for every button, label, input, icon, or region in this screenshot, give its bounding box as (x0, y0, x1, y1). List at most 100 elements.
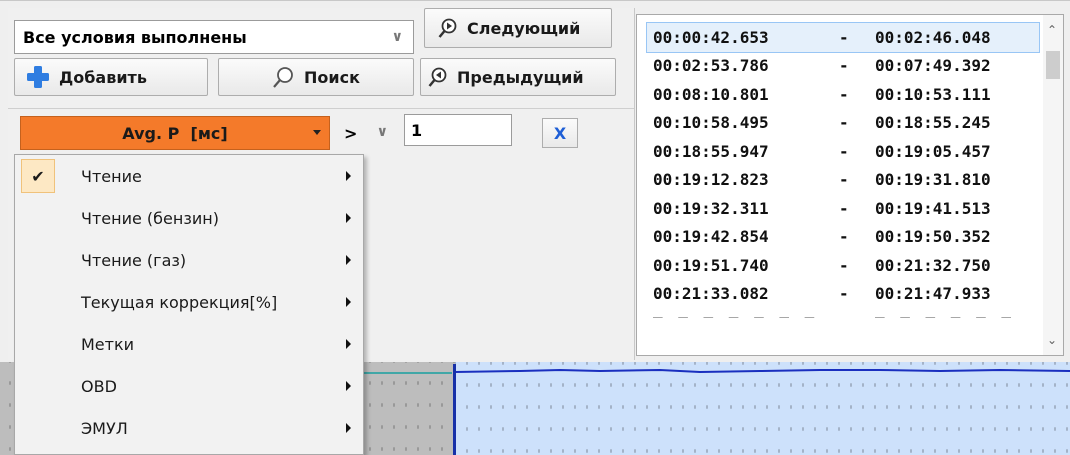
interval-separator: - (839, 255, 849, 275)
menu-item-reading-gas[interactable]: Чтение (газ) (15, 239, 363, 281)
list-item[interactable]: 00:08:10.801 - 00:10:53.111 (647, 80, 1039, 109)
search-icon (272, 65, 296, 89)
chevron-down-icon: ∨ (391, 29, 403, 45)
interval-start: 00:19:12.823 (653, 170, 769, 190)
interval-separator: - (839, 170, 849, 190)
menu-item-obd[interactable]: OBD (15, 365, 363, 407)
interval-start-partial: ‒ ‒ ‒ ‒ ‒ ‒ ‒ (653, 308, 818, 318)
search-button[interactable]: Поиск (218, 58, 414, 96)
interval-end: 00:02:46.048 (875, 27, 991, 47)
list-item[interactable]: 00:21:33.082 - 00:21:47.933 (647, 280, 1039, 309)
interval-separator: - (839, 56, 849, 76)
chart-line-signal (454, 368, 1070, 374)
remove-condition-label: X (553, 123, 567, 143)
menu-item-label: Метки (81, 334, 135, 354)
interval-start: 00:02:53.786 (653, 56, 769, 76)
operator-select[interactable]: > ∨ (332, 116, 398, 150)
interval-separator: - (839, 198, 849, 218)
list-item[interactable]: 00:19:12.823 - 00:19:31.810 (647, 166, 1039, 195)
interval-start: 00:18:55.947 (653, 141, 769, 161)
checkmark-icon: ✔ (21, 159, 55, 193)
menu-item-reading-petrol[interactable]: Чтение (бензин) (15, 197, 363, 239)
interval-start: 00:19:32.311 (653, 198, 769, 218)
interval-separator: - (839, 113, 849, 133)
interval-start: 00:21:33.082 (653, 284, 769, 304)
intervals-list-box: 00:00:42.653-00:02:46.048 00:02:53.786-0… (636, 14, 1064, 356)
add-button-label: Добавить (59, 67, 147, 87)
interval-start: 00:19:51.740 (653, 255, 769, 275)
operator-value: > (344, 123, 358, 143)
submenu-arrow-icon (346, 381, 351, 391)
list-item[interactable]: 00:19:51.740 - 00:21:32.750 (647, 251, 1039, 280)
menu-item-label: Чтение (81, 166, 142, 186)
interval-separator: - (839, 84, 849, 104)
add-button[interactable]: Добавить (14, 58, 208, 96)
interval-end: 00:10:53.111 (875, 84, 991, 104)
previous-button-label: Предыдущий (457, 67, 584, 87)
interval-end: 00:19:31.810 (875, 170, 991, 190)
menu-item-reading[interactable]: ✔ Чтение (15, 155, 363, 197)
search-next-icon (437, 17, 459, 39)
intervals-scrollbar[interactable]: ⌃ ⌄ (1043, 15, 1063, 355)
parameter-dropdown[interactable]: Avg. P [мс] (20, 116, 330, 150)
interval-separator: - (839, 227, 849, 247)
submenu-arrow-icon (346, 213, 351, 223)
caret-down-icon (313, 130, 321, 135)
interval-start: 00:10:58.495 (653, 113, 769, 133)
menu-item-label: Чтение (бензин) (81, 208, 219, 228)
list-item[interactable]: 00:19:32.311 - 00:19:41.513 (647, 194, 1039, 223)
list-item-partial: ‒ ‒ ‒ ‒ ‒ ‒ ‒ ‒ ‒ ‒ ‒ ‒ ‒ ‒ (647, 308, 1039, 318)
list-item[interactable]: 00:10:58.495 - 00:18:55.245 (647, 109, 1039, 138)
menu-item-current-correction[interactable]: Текущая коррекция[%] (15, 281, 363, 323)
submenu-arrow-icon (346, 339, 351, 349)
menu-item-marks[interactable]: Метки (15, 323, 363, 365)
search-button-label: Поиск (304, 67, 360, 87)
condition-mode-select[interactable]: Все условия выполнены ∨ (14, 20, 414, 54)
interval-end: 00:21:32.750 (875, 255, 991, 275)
interval-start: 00:08:10.801 (653, 84, 769, 104)
chart-cursor-line[interactable] (453, 364, 456, 455)
menu-item-label: Чтение (газ) (81, 250, 187, 270)
next-button[interactable]: Следующий (424, 8, 612, 48)
parameter-value: Avg. P [мс] (122, 123, 228, 143)
list-item[interactable]: 00:00:42.653 - 00:02:46.048 (646, 22, 1040, 53)
menu-item-emul[interactable]: ЭМУЛ (15, 407, 363, 449)
panel-border (634, 8, 635, 360)
interval-end: 00:07:49.392 (875, 56, 991, 76)
interval-end: 00:19:05.457 (875, 141, 991, 161)
menu-item-label: Текущая коррекция[%] (81, 292, 278, 312)
interval-start: 00:19:42.854 (653, 227, 769, 247)
menu-item-label: OBD (81, 376, 117, 396)
list-item[interactable]: 00:18:55.947 - 00:19:05.457 (647, 137, 1039, 166)
submenu-arrow-icon (346, 297, 351, 307)
threshold-input[interactable] (404, 114, 512, 146)
scroll-down-icon[interactable]: ⌄ (1047, 333, 1057, 347)
previous-button[interactable]: Предыдущий (420, 58, 616, 96)
next-button-label: Следующий (467, 18, 581, 38)
submenu-arrow-icon (346, 423, 351, 433)
condition-mode-value: Все условия выполнены (23, 27, 247, 47)
app-window: Все условия выполнены ∨ Следующий Добави… (0, 0, 1070, 455)
interval-end-partial: ‒ ‒ ‒ ‒ ‒ ‒ ‒ (875, 308, 1014, 318)
interval-end: 00:19:50.352 (875, 227, 991, 247)
remove-condition-button[interactable]: X (542, 118, 578, 148)
scrollbar-thumb[interactable] (1046, 51, 1060, 79)
interval-end: 00:21:47.933 (875, 284, 991, 304)
submenu-arrow-icon (346, 171, 351, 181)
list-item[interactable]: 00:02:53.786 - 00:07:49.392 (647, 52, 1039, 81)
interval-separator: - (839, 27, 849, 47)
intervals-list: 00:00:42.653-00:02:46.048 00:02:53.786-0… (646, 22, 1040, 318)
interval-start: 00:00:42.653 (653, 27, 769, 47)
submenu-arrow-icon (346, 255, 351, 265)
panel-divider (8, 108, 634, 109)
parameter-context-menu: ✔ Чтение Чтение (бензин) Чтение (газ) Те… (14, 154, 364, 455)
plus-icon (25, 64, 51, 90)
scroll-up-icon[interactable]: ⌃ (1047, 23, 1057, 37)
search-previous-icon (427, 66, 449, 88)
interval-separator: - (839, 141, 849, 161)
chevron-down-icon: ∨ (376, 124, 388, 140)
interval-end: 00:18:55.245 (875, 113, 991, 133)
menu-item-label: ЭМУЛ (81, 418, 128, 438)
list-item[interactable]: 00:19:42.854 - 00:19:50.352 (647, 223, 1039, 252)
interval-end: 00:19:41.513 (875, 198, 991, 218)
